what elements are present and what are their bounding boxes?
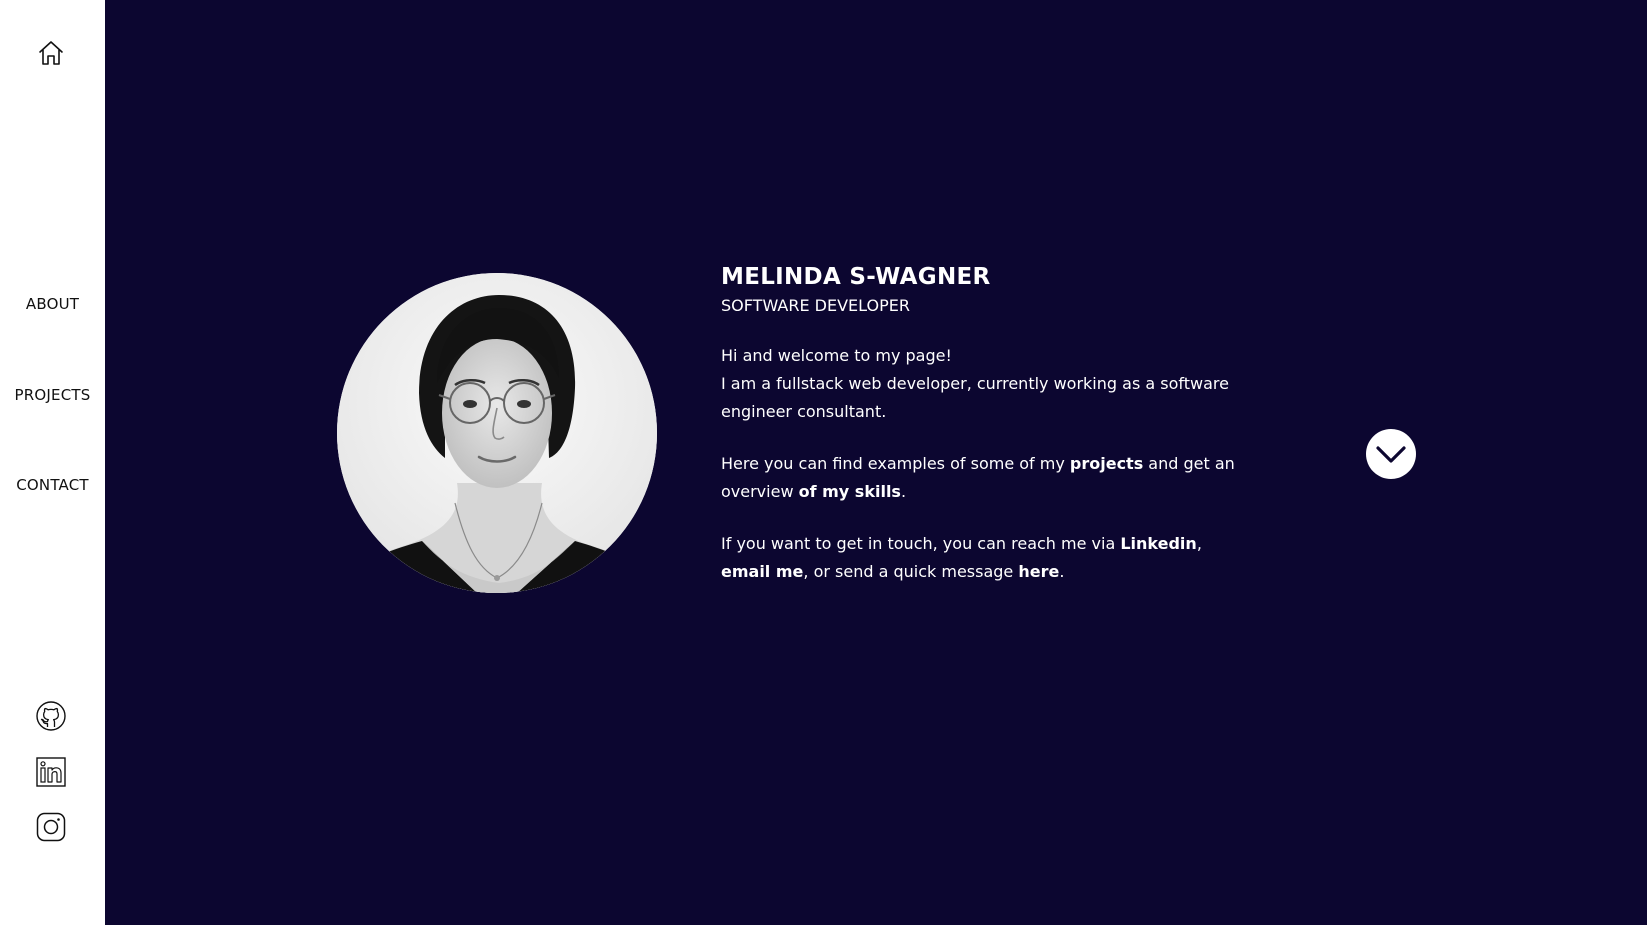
message-link[interactable]: here [1018, 562, 1059, 581]
contact-text-pre: If you want to get in touch, you can rea… [721, 534, 1121, 553]
contact-text-post: . [1059, 562, 1065, 581]
main-content: MELINDA S-WAGNER SOFTWARE DEVELOPER Hi a… [105, 0, 1647, 925]
home-link[interactable] [36, 38, 66, 68]
linkedin-link[interactable] [35, 756, 67, 788]
contact-text-mid: , or send a quick message [803, 562, 1019, 581]
linkedin-text-link[interactable]: Linkedin [1120, 534, 1196, 553]
portrait-illustration [337, 273, 657, 593]
projects-text-pre: Here you can find examples of some of my [721, 454, 1070, 473]
contact-paragraph: If you want to get in touch, you can rea… [721, 530, 1241, 586]
page-title: MELINDA S-WAGNER [721, 264, 991, 290]
contact-text-sep: , [1196, 534, 1202, 553]
profile-photo [337, 273, 657, 593]
nav-about[interactable]: ABOUT [0, 295, 105, 313]
email-link[interactable]: email me [721, 562, 803, 581]
home-icon [39, 41, 63, 65]
intro-line: I am a fullstack web developer, currentl… [721, 374, 1229, 421]
skills-link[interactable]: of my skills [799, 482, 901, 501]
sidebar: ABOUT PROJECTS CONTACT [0, 0, 105, 925]
chevron-down-icon [1376, 446, 1406, 463]
scroll-down-button[interactable] [1366, 429, 1416, 479]
github-link[interactable] [35, 700, 67, 732]
projects-paragraph: Here you can find examples of some of my… [721, 450, 1241, 506]
projects-text-post: . [900, 482, 907, 501]
job-title: SOFTWARE DEVELOPER [721, 296, 910, 315]
nav-contact[interactable]: CONTACT [0, 476, 105, 494]
nav-projects[interactable]: PROJECTS [0, 386, 105, 404]
github-icon [36, 701, 66, 731]
welcome-paragraph: Hi and welcome to my page! I am a fullst… [721, 342, 1241, 426]
instagram-icon [36, 812, 66, 842]
instagram-link[interactable] [35, 811, 67, 843]
projects-link[interactable]: projects [1070, 454, 1143, 473]
welcome-line: Hi and welcome to my page! [721, 346, 952, 365]
intro-section: MELINDA S-WAGNER SOFTWARE DEVELOPER Hi a… [721, 262, 1241, 586]
linkedin-icon [36, 757, 66, 787]
